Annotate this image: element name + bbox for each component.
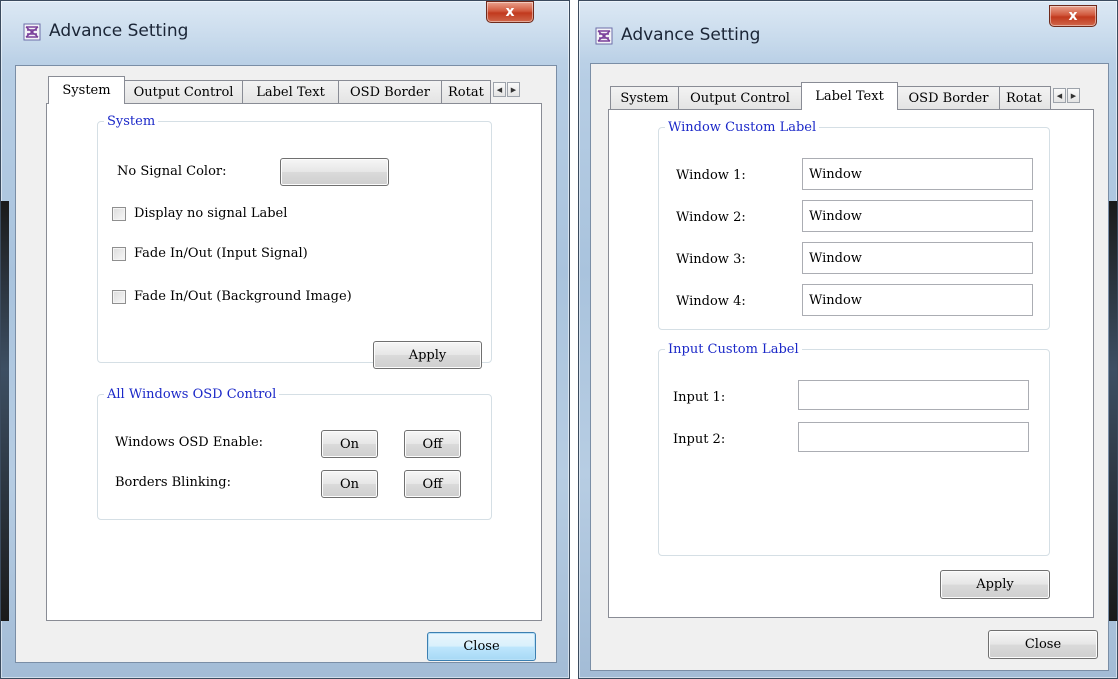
tab-page-label-text: Window Custom Label Window 1: Window 2: …	[608, 109, 1094, 618]
tab-label: System	[62, 83, 111, 98]
checkbox-label: Fade In/Out (Background Image)	[134, 289, 352, 304]
tab-label: Label Text	[256, 85, 325, 100]
window-1-label: Window 1:	[676, 168, 746, 183]
window-title: Advance Setting	[621, 25, 761, 45]
tab-label: Output Control	[690, 91, 790, 106]
tab-label: OSD Border	[350, 85, 430, 100]
close-button[interactable]: Close	[988, 630, 1098, 659]
window-1-input[interactable]	[802, 158, 1033, 190]
input-1-label: Input 1:	[673, 390, 726, 405]
title-bar[interactable]: Advance Setting x	[1, 1, 569, 65]
screen-gap	[570, 0, 578, 679]
advance-setting-window-label-text: Advance Setting x System Output Control …	[578, 0, 1118, 679]
title-bar[interactable]: Advance Setting x	[579, 1, 1117, 65]
no-signal-color-button[interactable]	[280, 158, 389, 186]
checkbox-label: Fade In/Out (Input Signal)	[134, 246, 308, 261]
tab-scroller: ◀ ▶	[493, 82, 520, 97]
osd-enable-off-button[interactable]: Off	[404, 430, 461, 458]
group-title: System	[107, 114, 156, 129]
window-close-button[interactable]: x	[486, 1, 534, 23]
checkbox-label: Display no signal Label	[134, 206, 288, 221]
borders-blinking-label: Borders Blinking:	[115, 475, 231, 490]
tab-osd-border[interactable]: OSD Border	[897, 86, 1000, 110]
tab-page-system: System No Signal Color: Display no signa…	[46, 103, 542, 621]
advance-setting-window-system: Advance Setting x System Output Control …	[0, 0, 570, 679]
fade-input-signal-checkbox[interactable]: Fade In/Out (Input Signal)	[112, 246, 308, 261]
close-button[interactable]: Close	[427, 632, 536, 661]
system-group: System	[97, 114, 492, 363]
tab-scroll-right-icon[interactable]: ▶	[1067, 88, 1080, 103]
window-2-input[interactable]	[802, 200, 1033, 232]
window-3-input[interactable]	[802, 242, 1033, 274]
blinking-on-button[interactable]: On	[321, 470, 378, 498]
tab-label: OSD Border	[908, 91, 989, 106]
tab-system[interactable]: System	[48, 76, 125, 104]
close-icon: x	[505, 4, 515, 20]
tab-label: Rotat	[1006, 91, 1042, 106]
window-4-input[interactable]	[802, 284, 1033, 316]
tab-scroll-left-icon[interactable]: ◀	[493, 82, 506, 97]
blinking-off-button[interactable]: Off	[404, 470, 461, 498]
input-1-input[interactable]	[798, 380, 1029, 410]
input-2-input[interactable]	[798, 422, 1029, 452]
close-icon: x	[1068, 8, 1078, 24]
tab-scroll-right-icon[interactable]: ▶	[507, 82, 520, 97]
group-title: Input Custom Label	[668, 342, 799, 357]
window-2-label: Window 2:	[676, 210, 746, 225]
tab-output-control[interactable]: Output Control	[678, 86, 802, 110]
tab-label: System	[620, 91, 669, 106]
group-title: All Windows OSD Control	[107, 387, 277, 402]
apply-button[interactable]: Apply	[940, 570, 1050, 599]
tab-osd-border[interactable]: OSD Border	[338, 80, 442, 104]
tab-label-text[interactable]: Label Text	[242, 80, 339, 104]
tab-label: Rotat	[448, 85, 484, 100]
window-3-label: Window 3:	[676, 252, 746, 267]
tab-scroller: ◀ ▶	[1053, 88, 1080, 103]
checkbox-box[interactable]	[112, 246, 126, 261]
window-close-button[interactable]: x	[1049, 5, 1097, 27]
input-2-label: Input 2:	[673, 432, 726, 447]
window-title: Advance Setting	[49, 21, 189, 41]
osd-enable-on-button[interactable]: On	[321, 430, 378, 458]
tab-label-text[interactable]: Label Text	[801, 82, 898, 110]
group-title: Window Custom Label	[668, 120, 817, 135]
window-frame-edge	[1, 201, 9, 621]
tab-system[interactable]: System	[610, 86, 679, 110]
fade-background-image-checkbox[interactable]: Fade In/Out (Background Image)	[112, 289, 352, 304]
checkbox-box[interactable]	[112, 206, 126, 221]
tab-label: Label Text	[815, 89, 884, 104]
dialog-client-area: System Output Control Label Text OSD Bor…	[590, 63, 1109, 671]
windows-osd-enable-label: Windows OSD Enable:	[115, 435, 264, 450]
no-signal-color-label: No Signal Color:	[117, 164, 227, 179]
tab-rotate[interactable]: Rotat	[999, 86, 1051, 110]
dialog-client-area: System Output Control Label Text OSD Bor…	[15, 65, 557, 663]
checkbox-box[interactable]	[112, 289, 126, 304]
tab-label: Output Control	[133, 85, 234, 100]
window-4-label: Window 4:	[676, 294, 746, 309]
tab-rotate[interactable]: Rotat	[441, 80, 491, 104]
display-no-signal-label-checkbox[interactable]: Display no signal Label	[112, 206, 287, 221]
tab-scroll-left-icon[interactable]: ◀	[1053, 88, 1066, 103]
tab-output-control[interactable]: Output Control	[124, 80, 243, 104]
app-icon	[23, 23, 41, 41]
app-icon	[595, 27, 613, 45]
system-apply-button[interactable]: Apply	[373, 341, 482, 369]
